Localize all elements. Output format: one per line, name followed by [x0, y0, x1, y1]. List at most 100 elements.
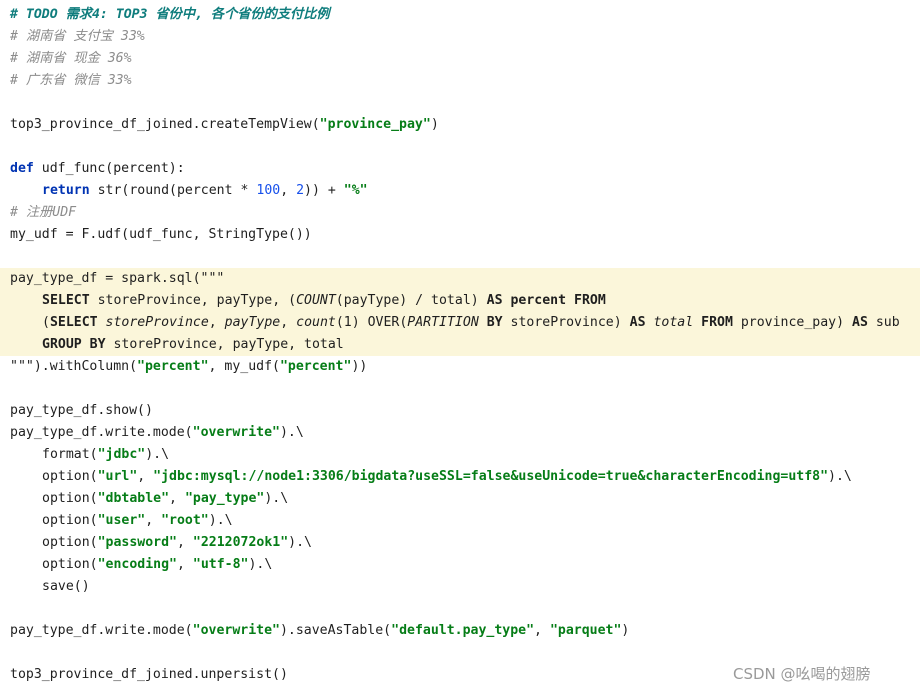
- code-token: (payType) / total): [335, 293, 487, 308]
- code-token: ,: [145, 513, 162, 528]
- code-token: option(: [42, 469, 98, 484]
- sql-keyword: AS: [852, 315, 868, 330]
- string-literal: "url": [97, 469, 138, 484]
- code-token: save(): [42, 579, 90, 594]
- string-literal: "jdbc:mysql://node1:3306/bigdata?useSSL=…: [153, 469, 829, 484]
- string-literal: "default.pay_type": [391, 623, 535, 638]
- sql-keyword: BY: [478, 315, 503, 330]
- sql-column: storeProvince: [105, 315, 209, 330]
- sql-keyword: SELECT: [42, 293, 90, 308]
- code-line: option("password", "2212072ok1").\: [10, 532, 312, 554]
- sql-keyword: AS: [486, 293, 503, 308]
- string-literal: "overwrite": [192, 623, 280, 638]
- code-line: pay_type_df.show(): [10, 400, 153, 422]
- code-token: storeProvince): [502, 315, 630, 330]
- code-token: my_udf = F.udf(udf_func, StringType()): [10, 227, 312, 242]
- sql-keyword: PARTITION: [407, 315, 479, 330]
- string-literal: "user": [97, 513, 146, 528]
- code-token: ).\: [288, 535, 312, 550]
- code-editor[interactable]: # TODO 需求4: TOP3 省份中, 各个省份的支付比例 # 湖南省 支付…: [0, 0, 920, 692]
- code-token: ): [621, 623, 630, 638]
- code-line: top3_province_df_joined.unpersist(): [10, 664, 288, 686]
- string-literal: "percent": [279, 359, 352, 374]
- code-token: ,: [280, 183, 297, 198]
- sql-keyword: FROM: [574, 293, 606, 308]
- code-token: udf_func(percent):: [33, 161, 185, 176]
- code-line: # 湖南省 支付宝 33%: [10, 26, 145, 48]
- keyword: return: [42, 183, 90, 198]
- string-literal: "dbtable": [97, 491, 170, 506]
- code-token: )) +: [304, 183, 344, 198]
- code-line: # 注册UDF: [10, 202, 76, 224]
- code-line: # TODO 需求4: TOP3 省份中, 各个省份的支付比例: [10, 4, 330, 26]
- sql-function: COUNT: [296, 293, 336, 308]
- code-token: ,: [534, 623, 550, 638]
- string-literal: "overwrite": [192, 425, 280, 440]
- code-token: )): [351, 359, 368, 374]
- sql-keyword: AS: [629, 315, 646, 330]
- code-token: ,: [137, 469, 154, 484]
- sql-keyword: GROUP BY: [42, 337, 106, 352]
- code-line: pay_type_df.write.mode("overwrite").save…: [10, 620, 629, 642]
- code-token: percent: [502, 293, 574, 308]
- code-token: province_pay): [732, 315, 852, 330]
- code-token: ,: [176, 557, 193, 572]
- code-token: ).\: [264, 491, 289, 506]
- sql-keyword: FROM: [701, 315, 733, 330]
- number-literal: 100: [256, 183, 281, 198]
- string-literal: "pay_type": [184, 491, 265, 506]
- code-token: str(round(percent *: [89, 183, 257, 198]
- code-token: ).\: [828, 469, 852, 484]
- sql-keyword: SELECT: [49, 315, 98, 330]
- code-token: pay_type_df.show(): [10, 403, 153, 418]
- string-literal: "utf-8": [192, 557, 249, 572]
- code-token: ,: [208, 315, 225, 330]
- sql-function: count: [296, 315, 336, 330]
- string-literal: "jdbc": [97, 447, 146, 462]
- code-line: option("dbtable", "pay_type").\: [10, 488, 288, 510]
- code-token: ,: [176, 535, 193, 550]
- code-token: option(: [42, 557, 98, 572]
- code-line: GROUP BY storeProvince, payType, total: [10, 334, 344, 356]
- code-token: """).withColumn(: [10, 359, 138, 374]
- watermark: CSDN @吆喝的翅膀: [733, 665, 871, 683]
- code-token: ): [430, 117, 439, 132]
- code-line: def udf_func(percent):: [10, 158, 185, 180]
- code-token: ).\: [279, 425, 304, 440]
- code-line: option("encoding", "utf-8").\: [10, 554, 272, 576]
- comment: # 湖南省 现金 36%: [10, 51, 132, 66]
- code-token: pay_type_df = spark.sql(""": [10, 271, 225, 286]
- code-line: my_udf = F.udf(udf_func, StringType()): [10, 224, 312, 246]
- code-line: option("url", "jdbc:mysql://node1:3306/b…: [10, 466, 852, 488]
- code-token: ).\: [248, 557, 273, 572]
- code-token: ).\: [145, 447, 170, 462]
- string-literal: "2212072ok1": [192, 535, 289, 550]
- code-line: # 广东省 微信 33%: [10, 70, 132, 92]
- comment: # 湖南省 支付宝 33%: [10, 29, 145, 44]
- code-token: pay_type_df.write.mode(: [10, 623, 193, 638]
- string-literal: "encoding": [97, 557, 177, 572]
- todo-comment: # TODO 需求4: TOP3 省份中, 各个省份的支付比例: [10, 7, 330, 22]
- string-literal: "province_pay": [319, 117, 431, 132]
- code-token: storeProvince, payType, (: [89, 293, 297, 308]
- code-line: return str(round(percent * 100, 2)) + "%…: [10, 180, 368, 202]
- code-line: top3_province_df_joined.createTempView("…: [10, 114, 439, 136]
- code-token: ).\: [208, 513, 233, 528]
- string-literal: "parquet": [549, 623, 622, 638]
- string-literal: "%": [343, 183, 368, 198]
- code-token: (: [42, 315, 50, 330]
- code-token: storeProvince, payType, total: [105, 337, 344, 352]
- string-literal: "password": [97, 535, 177, 550]
- comment: # 注册UDF: [10, 205, 77, 220]
- code-token: option(: [42, 513, 98, 528]
- code-token: (1) OVER(: [335, 315, 408, 330]
- code-token: , my_udf(: [208, 359, 280, 374]
- code-token: option(: [42, 491, 98, 506]
- code-line: SELECT storeProvince, payType, (COUNT(pa…: [10, 290, 606, 312]
- code-token: format(: [42, 447, 98, 462]
- string-literal: "root": [161, 513, 209, 528]
- code-line: pay_type_df = spark.sql(""": [10, 268, 224, 290]
- comment: # 广东省 微信 33%: [10, 73, 132, 88]
